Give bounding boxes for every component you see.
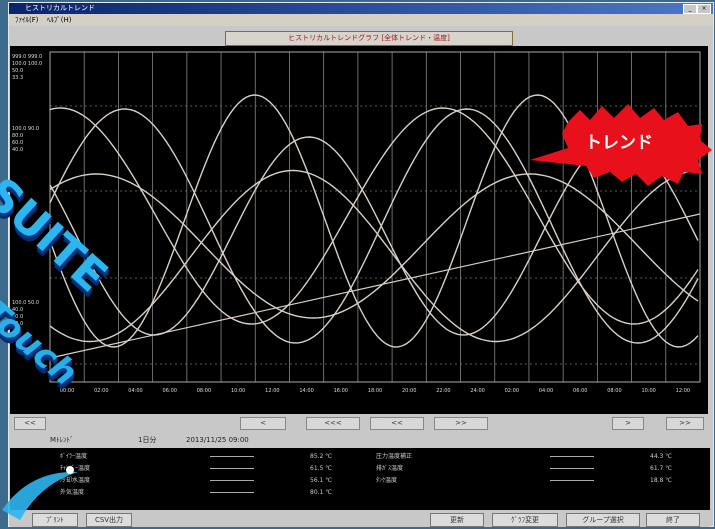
trend-plot: [10, 46, 708, 418]
y-label: 100.0 90.0: [12, 126, 40, 132]
y-label: 50.0: [12, 68, 24, 74]
legend-item: ﾁｬﾝﾊﾞｰ温度: [60, 465, 91, 472]
x-tick-label: 08:00: [607, 388, 622, 394]
legend-value: 61.5 ℃: [310, 465, 333, 472]
legend-swatch: [210, 456, 254, 457]
x-tick-label: 14:00: [299, 388, 314, 394]
change-graph-button[interactable]: ｸﾞﾗﾌ変更: [492, 513, 558, 527]
legend-panel: ﾎﾞｲﾗｰ温度 85.2 ℃ ﾁｬﾝﾊﾞｰ温度 61.5 ℃ 冷却水温度 56.…: [10, 448, 710, 510]
legend-swatch: [210, 468, 254, 469]
legend-item: 圧力温度補正: [376, 453, 413, 460]
y-axis-labels-1: 999.0 999.0 100.0 100.0 50.0 33.3: [12, 54, 46, 82]
status-row: Mﾄﾚﾝﾄﾞ 1日分 2013/11/25 09:00: [10, 434, 710, 446]
nav-next-button[interactable]: >: [612, 417, 644, 430]
print-button[interactable]: ﾌﾟﾘﾝﾄ: [32, 513, 78, 527]
x-tick-label: 10:00: [641, 388, 656, 394]
group-select-button[interactable]: グループ選択: [566, 513, 640, 527]
x-tick-label: 08:00: [196, 388, 212, 394]
time-span: 1日分: [138, 436, 157, 444]
current-datetime: 2013/11/25 09:00: [186, 436, 249, 444]
exit-button[interactable]: 終了: [646, 513, 700, 527]
x-tick-label: 06:00: [162, 388, 177, 394]
x-tick-label: 04:00: [538, 388, 554, 394]
y-label: 60.0: [12, 140, 24, 146]
graph-title-bar: ヒストリカルトレンドグラフ [全体トレンド・温度]: [11, 29, 711, 47]
window-title: ヒストリカルトレンド: [25, 4, 95, 12]
trend-mode-label: Mﾄﾚﾝﾄﾞ: [50, 436, 74, 444]
refresh-button[interactable]: 更新: [430, 513, 484, 527]
nav-row: << < <<< << >> > >>: [10, 414, 710, 432]
nav-last-button[interactable]: >>: [666, 417, 704, 430]
close-button[interactable]: ×: [697, 4, 711, 14]
y-label: 999.0 999.0: [12, 54, 43, 60]
legend-swatch: [210, 492, 254, 493]
legend-value: 44.3 ℃: [650, 453, 673, 460]
legend-item: ﾎﾞｲﾗｰ温度: [60, 453, 88, 460]
x-tick-label: 10:00: [230, 388, 246, 394]
menu-help[interactable]: ﾍﾙﾌﾟ(H): [47, 16, 72, 24]
legend-item: ﾀﾝｸ温度: [376, 477, 398, 484]
x-tick-label: 24:00: [470, 388, 485, 394]
bottom-toolbar: ﾌﾟﾘﾝﾄ CSV出力 更新 ｸﾞﾗﾌ変更 グループ選択 終了: [10, 511, 710, 527]
menu-file[interactable]: ﾌｧｲﾙ(F): [15, 16, 39, 24]
nav-back-button[interactable]: <<: [370, 417, 424, 430]
x-tick-label: 06:00: [573, 388, 588, 394]
nav-prev-page-button[interactable]: <<<: [306, 417, 360, 430]
minimize-button[interactable]: _: [683, 4, 697, 14]
x-tick-label: 20:00: [401, 388, 417, 394]
x-tick-label: 22:00: [436, 388, 451, 394]
x-tick-label: 02:00: [94, 388, 109, 394]
legend-value: 56.1 ℃: [310, 477, 333, 484]
legend-item: 排ｶﾞｽ温度: [376, 465, 404, 472]
y-label: 33.3: [12, 75, 24, 81]
x-tick-label: 12:00: [265, 388, 280, 394]
nav-first-button[interactable]: <<: [14, 417, 46, 430]
x-tick-label: 18:00: [367, 388, 383, 394]
legend-item: 外気温度: [60, 489, 85, 496]
legend-value: 18.8 ℃: [650, 477, 673, 484]
legend-value: 85.2 ℃: [310, 453, 333, 460]
legend-swatch: [210, 480, 254, 481]
x-tick-label: 02:00: [504, 388, 520, 394]
legend-swatch: [550, 480, 594, 481]
legend-item: 冷却水温度: [60, 477, 91, 484]
y-axis-labels-2: 100.0 90.0 80.0 60.0 40.0: [12, 126, 46, 154]
title-bar: ヒストリカルトレンド _ ×: [9, 3, 713, 14]
csv-button[interactable]: CSV出力: [86, 513, 132, 527]
legend-swatch: [550, 468, 594, 469]
legend-value: 80.1 ℃: [310, 489, 333, 496]
menu-bar: ﾌｧｲﾙ(F) ﾍﾙﾌﾟ(H): [9, 14, 713, 26]
bubble-label: トレンド: [585, 133, 653, 153]
nav-forward-button[interactable]: >>: [434, 417, 488, 430]
trend-line: [49, 173, 699, 319]
x-tick-label: 16:00: [333, 388, 348, 394]
y-label: 80.0: [12, 133, 24, 139]
x-tick-label: 12:00: [675, 388, 691, 394]
legend-swatch: [550, 456, 594, 457]
legend-value: 61.7 ℃: [650, 465, 673, 472]
y-label: 100.0 100.0: [12, 61, 43, 67]
graph-title: ヒストリカルトレンドグラフ [全体トレンド・温度]: [225, 31, 513, 46]
x-tick-label: 04:00: [128, 388, 143, 394]
nav-prev-button[interactable]: <: [240, 417, 286, 430]
y-label: 40.0: [12, 147, 24, 153]
trend-line: [49, 213, 701, 359]
